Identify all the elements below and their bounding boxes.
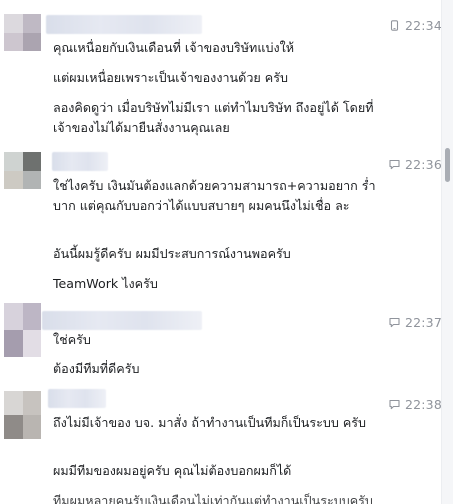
avatar-pixel (4, 303, 23, 330)
avatar-pixel (22, 415, 41, 439)
comment-bubble-icon (389, 399, 400, 409)
comment-meta: 22:34 (389, 17, 442, 33)
avatar-pixel (4, 415, 23, 439)
avatar-pixel (4, 330, 23, 357)
comment-bubble-icon (389, 159, 400, 169)
avatar[interactable] (4, 303, 41, 357)
comment-meta: 22:38 (389, 396, 442, 412)
avatar-pixel (4, 391, 23, 415)
avatar-pixel (22, 14, 41, 33)
message-text: ใช่ไงครับ เงินมันต้องแลกด้วยความสามารถ+ค… (53, 178, 376, 213)
comment-timestamp: 22:38 (404, 396, 442, 412)
message-text: แต่ผมเหนื่อยเพราะเป็นเจ้าของงานด้วย ครับ (53, 70, 288, 85)
message-text: อันนี้ผมรู้ดีครับ ผมมีประสบการณ์งานพอครั… (53, 246, 291, 261)
avatar-pixel (4, 14, 23, 33)
avatar-pixel (4, 32, 23, 51)
author-name-blurred[interactable] (42, 311, 202, 330)
author-name-blurred[interactable] (46, 15, 202, 34)
comment-bubble-icon (389, 317, 400, 327)
message-text: คุณเหนื่อยกับเงินเดือนที่ เจ้าของบริษัทแ… (53, 40, 295, 55)
message-text: ทีมผมหลายคนรับเงินเดือนไม่เท่ากันแต่ทำงา… (53, 493, 373, 504)
avatar-pixel (22, 152, 41, 171)
author-name-blurred[interactable] (52, 152, 108, 171)
comment-timestamp: 22:34 (404, 17, 442, 33)
phone-icon (390, 19, 399, 31)
vertical-scrollbar[interactable] (441, 0, 453, 504)
scrollbar-thumb[interactable] (445, 148, 450, 182)
avatar[interactable] (4, 152, 41, 189)
avatar-pixel (22, 170, 41, 189)
comment-timestamp: 22:36 (404, 156, 442, 172)
message-text: ถึงไม่มีเจ้าของ บจ. มาสั่ง ถ้าทำงานเป็นท… (53, 415, 367, 430)
message-text: ใช่ครับ (53, 332, 91, 347)
author-name-blurred[interactable] (48, 389, 106, 408)
message-text: ผมมีทีมของผมอยู่ครับ คุณไม่ต้องบอกผมก็ได… (53, 463, 292, 478)
comment-meta: 22:37 (389, 314, 442, 330)
avatar-pixel (4, 152, 23, 171)
comment-feed: 22:34 คุณเหนื่อยกับเงินเดือนที่ เจ้าของบ… (0, 0, 442, 504)
avatar[interactable] (4, 14, 41, 51)
message-text: ต้องมีทีมที่ดีครับ (53, 361, 140, 376)
avatar-pixel (22, 391, 41, 415)
avatar-pixel (22, 303, 41, 330)
avatar-pixel (22, 32, 41, 51)
avatar[interactable] (4, 391, 41, 439)
avatar-pixel (22, 330, 41, 357)
comment-meta: 22:36 (389, 156, 442, 172)
message-text: TeamWork ไงครับ (53, 276, 158, 291)
comment-timestamp: 22:37 (404, 314, 442, 330)
avatar-pixel (4, 170, 23, 189)
message-text: ลองคิดดูว่า เมื่อบริษัทไม่มีเรา แต่ทำไมบ… (53, 100, 374, 135)
